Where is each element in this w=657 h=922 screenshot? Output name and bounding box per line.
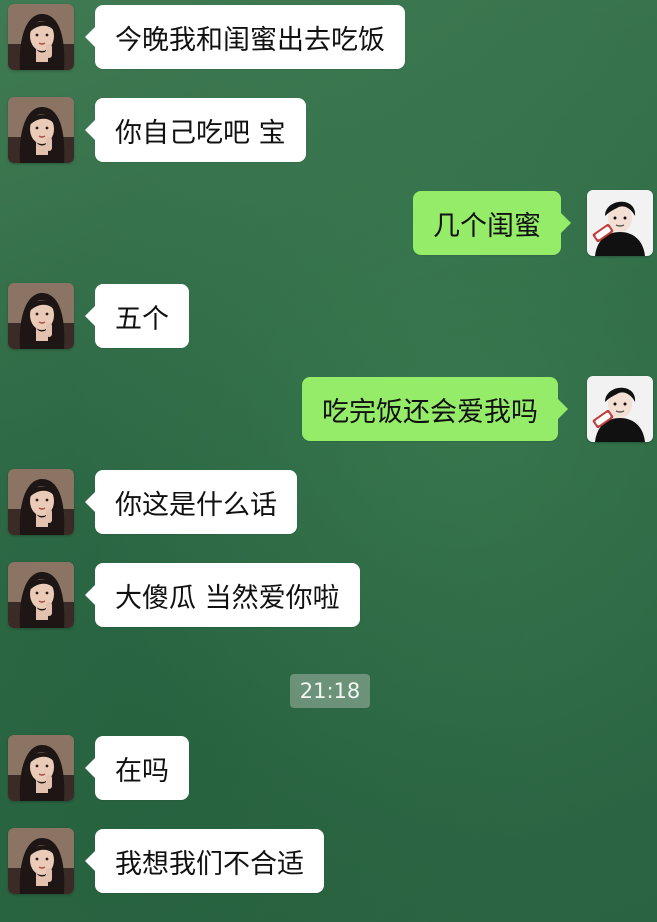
message-row: 你这是什么话 <box>0 469 657 539</box>
message-bubble[interactable]: 你这是什么话 <box>85 470 297 534</box>
female-avatar[interactable] <box>8 828 74 894</box>
message-row: 大傻瓜 当然爱你啦 <box>0 562 657 632</box>
female-avatar[interactable] <box>8 562 74 628</box>
message-row: 吃完饭还会爱我吗 <box>0 376 657 446</box>
message-bubble[interactable]: 大傻瓜 当然爱你啦 <box>85 563 360 627</box>
male-avatar[interactable] <box>587 376 653 442</box>
chat-conversation: 今晚我和闺蜜出去吃饭 你自己吃吧 宝 几个闺蜜 五个 吃完饭还会爱我吗 你这是什… <box>0 0 657 922</box>
timestamp: 21:18 <box>290 674 370 708</box>
message-row: 在吗 <box>0 735 657 805</box>
message-bubble[interactable]: 今晚我和闺蜜出去吃饭 <box>85 5 405 69</box>
message-bubble[interactable]: 在吗 <box>85 736 189 800</box>
message-row: 今晚我和闺蜜出去吃饭 <box>0 4 657 74</box>
message-bubble[interactable]: 你自己吃吧 宝 <box>85 98 306 162</box>
female-avatar[interactable] <box>8 97 74 163</box>
female-avatar[interactable] <box>8 4 74 70</box>
message-row: 我想我们不合适 <box>0 828 657 898</box>
message-bubble[interactable]: 我想我们不合适 <box>85 829 324 893</box>
male-avatar[interactable] <box>587 190 653 256</box>
message-row: 五个 <box>0 283 657 353</box>
female-avatar[interactable] <box>8 283 74 349</box>
message-bubble[interactable]: 五个 <box>85 284 189 348</box>
female-avatar[interactable] <box>8 469 74 535</box>
message-row: 你自己吃吧 宝 <box>0 97 657 167</box>
message-row: 几个闺蜜 <box>0 190 657 260</box>
message-bubble[interactable]: 几个闺蜜 <box>413 191 571 255</box>
message-bubble[interactable]: 吃完饭还会爱我吗 <box>302 377 568 441</box>
female-avatar[interactable] <box>8 735 74 801</box>
